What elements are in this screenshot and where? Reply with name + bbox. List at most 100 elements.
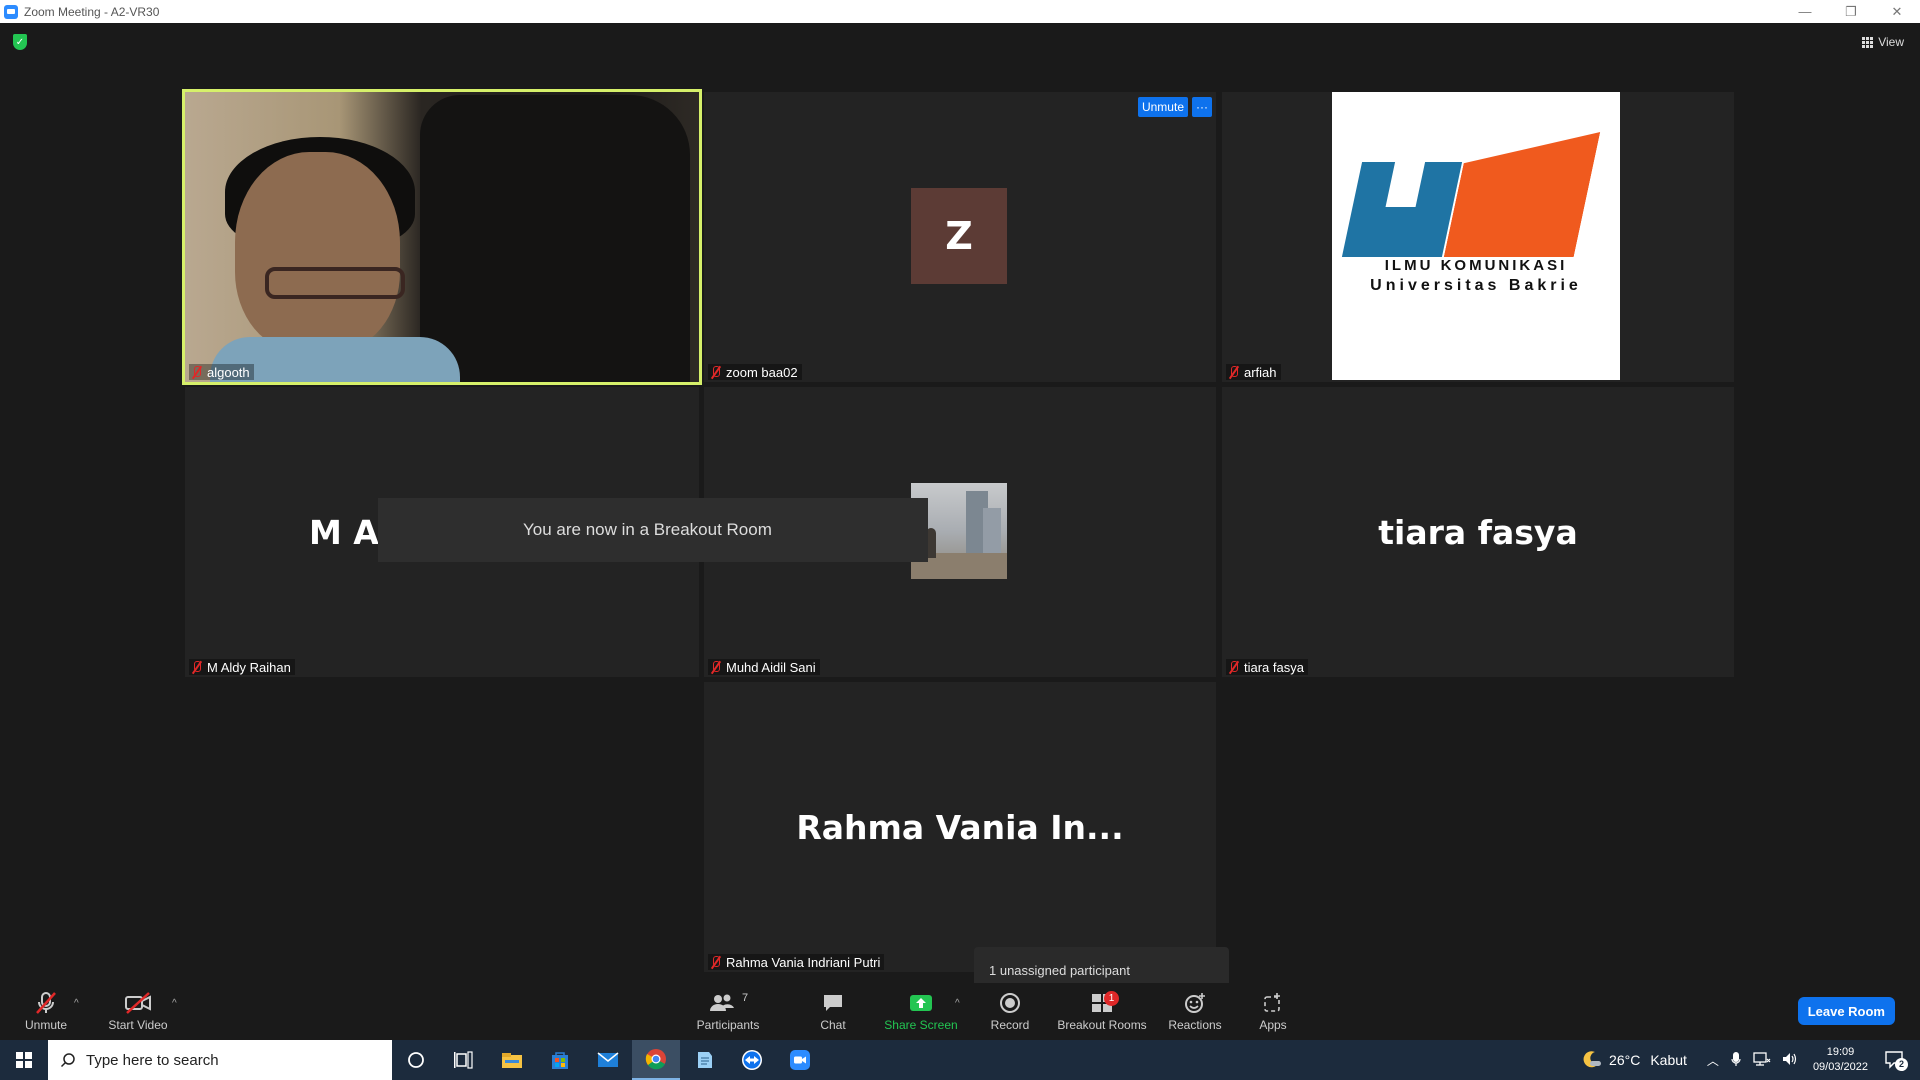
university-logo: ILMU KOMUNIKASI Universitas Bakrie (1332, 92, 1620, 380)
participant-name: Muhd Aidil Sani (726, 659, 816, 675)
clock-time: 19:09 (1826, 1046, 1855, 1058)
volume-icon[interactable] (1781, 1051, 1799, 1070)
window-controls: — ❐ ✕ (1782, 0, 1920, 23)
breakout-badge: 1 (1104, 991, 1119, 1006)
share-screen-label: Share Screen (884, 1018, 958, 1032)
participant-name-tag: Rahma Vania Indriani Putri (708, 954, 885, 970)
video-off-icon (124, 991, 152, 1015)
teamviewer-icon[interactable] (728, 1040, 776, 1080)
breakout-rooms-label: Breakout Rooms (1057, 1018, 1147, 1032)
participants-label: Participants (696, 1018, 760, 1032)
start-video-button[interactable]: Start Video (104, 983, 172, 1040)
participant-name: tiara fasya (1244, 659, 1304, 675)
chat-icon (821, 991, 845, 1015)
search-placeholder: Type here to search (86, 1051, 219, 1069)
mic-muted-icon (710, 660, 722, 674)
grid-icon (1862, 36, 1874, 48)
chat-button[interactable]: Chat (808, 983, 858, 1040)
video-tile-zoom-baa02[interactable]: Z Unmute ··· zoom baa02 (704, 92, 1216, 382)
share-options-caret-icon[interactable]: ^ (955, 998, 960, 1009)
mic-muted-icon (710, 365, 722, 379)
participants-count: 7 (741, 992, 749, 1004)
share-screen-button[interactable]: Share Screen (884, 983, 958, 1040)
avatar: Z (911, 188, 1007, 284)
breakout-rooms-button[interactable]: 1 Breakout Rooms (1056, 983, 1148, 1040)
mail-icon[interactable] (584, 1040, 632, 1080)
video-tile-arfiah[interactable]: ILMU KOMUNIKASI Universitas Bakrie arfia… (1222, 92, 1734, 382)
zoom-app-icon[interactable] (776, 1040, 824, 1080)
ask-unmute-button[interactable]: Unmute (1137, 97, 1188, 117)
participant-display-name: tiara fasya (1378, 512, 1578, 552)
reactions-icon (1183, 991, 1207, 1015)
video-tile-rahma-vania[interactable]: Rahma Vania In... Rahma Vania Indriani P… (704, 682, 1216, 972)
participant-name-tag: M Aldy Raihan (189, 659, 295, 675)
window-titlebar: Zoom Meeting - A2-VR30 — ❐ ✕ (0, 0, 1920, 23)
participants-icon: 7 (708, 991, 748, 1015)
record-button[interactable]: Record (985, 983, 1035, 1040)
file-explorer-icon[interactable] (488, 1040, 536, 1080)
weather-moon-icon[interactable] (1581, 1049, 1602, 1072)
search-icon (60, 1053, 75, 1068)
window-title: Zoom Meeting - A2-VR30 (24, 4, 160, 19)
apps-label: Apps (1259, 1018, 1287, 1032)
unmute-label: Unmute (24, 1018, 68, 1032)
notification-count: 2 (1895, 1057, 1908, 1071)
restore-button[interactable]: ❐ (1828, 0, 1874, 23)
more-options-button[interactable]: ··· (1192, 97, 1212, 117)
weather-description[interactable]: Kabut (1650, 1052, 1687, 1068)
minimize-button[interactable]: — (1782, 0, 1828, 23)
cortana-icon[interactable] (392, 1040, 440, 1080)
network-icon[interactable] (1753, 1051, 1771, 1070)
system-tray: 26°C Kabut ︿ 19:09 09/03/2022 2 (1581, 1040, 1920, 1080)
microphone-icon[interactable] (1731, 1051, 1741, 1070)
windows-taskbar: Type here to search 26°C Kabut ︿ 19:09 0… (0, 1040, 1920, 1080)
chrome-icon[interactable] (632, 1040, 680, 1080)
microsoft-store-icon[interactable] (536, 1040, 584, 1080)
mic-muted-icon (34, 991, 58, 1015)
reactions-button[interactable]: Reactions (1165, 983, 1225, 1040)
breakout-rooms-icon: 1 (1090, 991, 1119, 1015)
audio-options-caret-icon[interactable]: ^ (74, 998, 79, 1009)
close-button[interactable]: ✕ (1874, 0, 1920, 23)
video-options-caret-icon[interactable]: ^ (172, 998, 177, 1009)
clock-date: 09/03/2022 (1812, 1061, 1868, 1073)
zoom-app-icon (4, 4, 18, 19)
apps-button[interactable]: Apps (1250, 983, 1296, 1040)
participant-name: arfiah (1244, 364, 1277, 380)
leave-room-button[interactable]: Leave Room (1797, 997, 1895, 1025)
view-button[interactable]: View (1862, 33, 1904, 51)
participant-name-tag: arfiah (1226, 364, 1281, 380)
logo-line-1: ILMU KOMUNIKASI (1384, 257, 1568, 274)
meeting-area: ✓ View algooth Z Unmute ··· zoom baa02 I… (0, 23, 1920, 1000)
participants-button[interactable]: 7 Participants (693, 983, 763, 1040)
video-tile-tiara-fasya[interactable]: tiara fasya tiara fasya (1222, 387, 1734, 677)
show-hidden-icons-chevron-icon[interactable]: ︿ (1707, 1052, 1719, 1069)
share-screen-icon (908, 991, 934, 1015)
meeting-toolbar: Unmute ^ Start Video ^ 7 Participants Ch… (0, 983, 1920, 1040)
reactions-label: Reactions (1168, 1018, 1222, 1032)
notepad-icon[interactable] (680, 1040, 728, 1080)
windows-logo-icon (16, 1052, 32, 1068)
participant-name-tag: Muhd Aidil Sani (708, 659, 820, 675)
weather-temperature[interactable]: 26°C (1609, 1052, 1640, 1068)
clock[interactable]: 19:09 09/03/2022 (1813, 1045, 1868, 1075)
notification-center-icon[interactable]: 2 (1884, 1049, 1908, 1072)
mic-muted-icon (1228, 365, 1240, 379)
apps-icon (1261, 991, 1285, 1015)
unmute-button[interactable]: Unmute (20, 983, 72, 1040)
task-view-icon[interactable] (440, 1040, 488, 1080)
mic-muted-icon (710, 955, 722, 969)
breakout-room-toast: You are now in a Breakout Room (378, 498, 928, 562)
logo-line-2: Universitas Bakrie (1370, 277, 1582, 294)
taskbar-search-box[interactable]: Type here to search (48, 1040, 392, 1080)
chat-label: Chat (820, 1018, 846, 1032)
start-button[interactable] (0, 1040, 48, 1080)
participant-name: M Aldy Raihan (207, 659, 291, 675)
record-icon (998, 991, 1022, 1015)
encryption-shield-icon[interactable]: ✓ (13, 34, 27, 50)
logo-h-shape (1341, 162, 1463, 257)
view-label: View (1878, 35, 1904, 49)
participant-name: Rahma Vania Indriani Putri (726, 954, 881, 970)
tooltip-text: 1 unassigned participant (989, 963, 1130, 978)
logo-m-shape (1444, 132, 1601, 257)
